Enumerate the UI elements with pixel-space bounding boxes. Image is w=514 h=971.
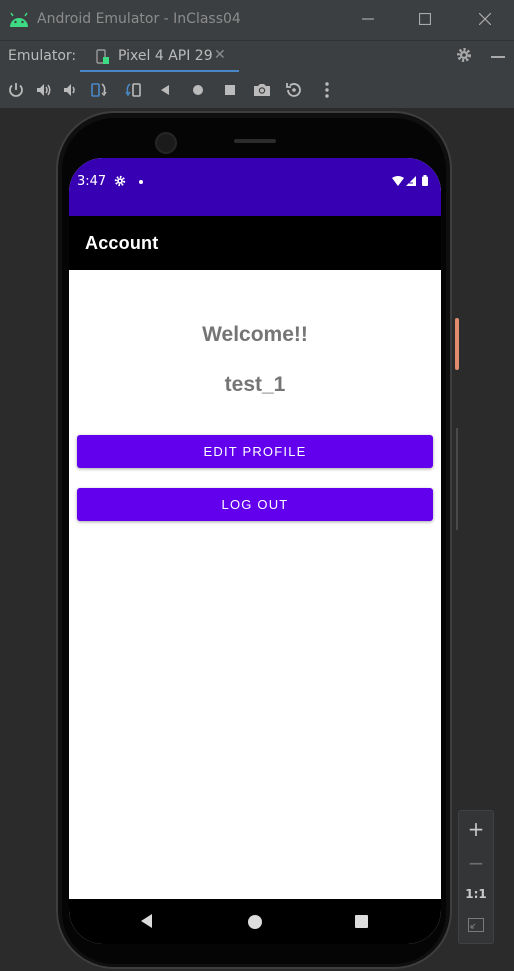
hide-panel-icon[interactable] [491, 56, 505, 58]
minimize-button[interactable] [356, 8, 380, 32]
tab-label: Pixel 4 API 29 [118, 48, 213, 64]
notification-dot [139, 180, 143, 184]
snapshot-icon[interactable] [284, 80, 304, 100]
nav-overview-icon[interactable] [354, 914, 370, 930]
volume-up-icon[interactable] [34, 80, 54, 100]
signal-battery-icons [392, 175, 428, 186]
close-icon [478, 12, 492, 26]
zoom-panel: + − 1:1 [458, 810, 494, 944]
power-key[interactable] [455, 318, 459, 370]
actual-size-button[interactable]: 1:1 [459, 887, 493, 901]
nav-back-icon[interactable] [139, 913, 155, 929]
maximize-button[interactable] [413, 8, 437, 32]
emulator-toolbar [0, 72, 514, 109]
username-text: test_1 [224, 373, 286, 396]
window-titlebar: Android Emulator - InClass04 [0, 0, 514, 40]
page-title: Account [85, 233, 159, 253]
earpiece-speaker [234, 139, 276, 143]
back-icon[interactable] [155, 80, 175, 100]
android-icon [10, 12, 28, 27]
device-icon [96, 49, 109, 64]
fit-to-window-icon[interactable] [468, 918, 484, 932]
home-icon[interactable] [188, 80, 208, 100]
rotate-left-icon[interactable] [89, 80, 109, 100]
more-icon[interactable] [317, 80, 337, 100]
minimize-icon [362, 18, 374, 20]
logout-button[interactable]: LOG OUT [77, 488, 433, 521]
maximize-icon [418, 12, 432, 26]
tab-pixel-4[interactable]: Pixel 4 API 29 ✕ [80, 41, 239, 73]
zoom-out-button[interactable]: − [459, 851, 493, 875]
settings-notification-icon [114, 175, 126, 187]
window-title: Android Emulator - InClass04 [37, 11, 241, 27]
rotate-right-icon[interactable] [123, 80, 143, 100]
volume-down-icon[interactable] [61, 80, 81, 100]
settings-gear-icon[interactable] [455, 46, 473, 64]
close-button[interactable] [473, 8, 497, 32]
power-icon[interactable] [6, 80, 26, 100]
emulator-label: Emulator: [8, 48, 77, 64]
status-time: 3:47 [77, 174, 107, 189]
edit-profile-button[interactable]: EDIT PROFILE [77, 435, 433, 468]
device-screen: 3:47 Account Welcome!! test_1 EDIT PROFI… [69, 158, 441, 944]
tab-close-button[interactable]: ✕ [214, 47, 226, 63]
front-camera [155, 132, 177, 154]
welcome-text: Welcome!! [202, 323, 308, 346]
status-bar: 3:47 [69, 158, 441, 216]
app-bar: Account [69, 216, 441, 270]
zoom-in-button[interactable]: + [459, 817, 493, 841]
screenshot-icon[interactable] [252, 80, 272, 100]
overview-icon[interactable] [220, 80, 240, 100]
nav-home-icon[interactable] [247, 914, 263, 930]
emulator-tabbar: Emulator: Pixel 4 API 29 ✕ [0, 40, 514, 73]
navigation-bar [69, 899, 441, 944]
volume-key[interactable] [456, 428, 458, 530]
